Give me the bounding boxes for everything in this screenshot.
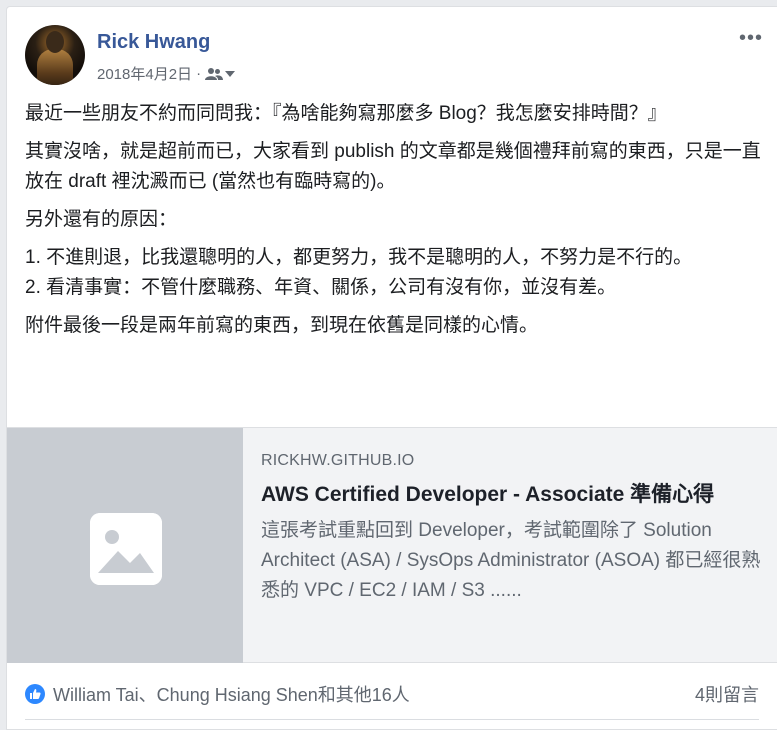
post-paragraph: 附件最後一段是兩年前寫的東西，到現在依舊是同樣的心情。 — [25, 315, 539, 336]
more-options-icon[interactable]: ••• — [739, 28, 763, 48]
post-paragraph: 另外還有的原因： — [25, 209, 178, 230]
post-meta: 2018年4月2日 · — [97, 63, 236, 84]
link-title[interactable]: AWS Certified Developer - Associate 準備心得 — [261, 480, 762, 510]
friends-icon[interactable] — [205, 67, 236, 81]
avatar[interactable] — [25, 25, 85, 85]
post-footer: William Tai、Chung Hsiang Shen和其他16人 4則留言 — [25, 679, 759, 709]
post-paragraph: 其實沒啥，就是超前而已，大家看到 publish 的文章都是幾個禮拜前寫的東西，… — [25, 141, 761, 192]
post-header: Rick Hwang 2018年4月2日 · ••• — [25, 23, 777, 87]
post-date[interactable]: 2018年4月2日 — [97, 63, 192, 84]
like-icon[interactable] — [25, 684, 45, 704]
post-paragraph: 1. 不進則退，比我還聰明的人，都更努力，我不是聰明的人，不努力是不行的。 — [25, 247, 693, 268]
post-paragraph: 最近一些朋友不約而同問我：『為啥能夠寫那麼多 Blog？我怎麼安排時間？』 — [25, 103, 667, 124]
post-paragraph: 2. 看清事實：不管什麼職務、年資、關係，公司有沒有你，並沒有差。 — [25, 277, 617, 298]
reactions-summary[interactable]: William Tai、Chung Hsiang Shen和其他16人 — [53, 681, 410, 707]
author-name[interactable]: Rick Hwang — [97, 31, 210, 54]
link-thumbnail[interactable] — [7, 428, 243, 663]
chevron-down-icon — [225, 70, 236, 77]
meta-separator: · — [196, 65, 202, 82]
link-description: 這張考試重點回到 Developer，考試範圍除了 Solution Archi… — [261, 520, 761, 601]
divider — [25, 719, 759, 720]
link-info[interactable]: RICKHW.GITHUB.IO AWS Certified Developer… — [261, 452, 762, 606]
link-preview[interactable]: RICKHW.GITHUB.IO AWS Certified Developer… — [7, 427, 777, 663]
image-placeholder-icon — [90, 513, 162, 585]
comments-count[interactable]: 4則留言 — [695, 681, 759, 707]
post-card: Rick Hwang 2018年4月2日 · ••• 最近一些朋友不約而同問我：… — [6, 6, 777, 730]
post-body: 最近一些朋友不約而同問我：『為啥能夠寫那麼多 Blog？我怎麼安排時間？』 其實… — [25, 99, 761, 349]
link-domain: RICKHW.GITHUB.IO — [261, 452, 415, 469]
